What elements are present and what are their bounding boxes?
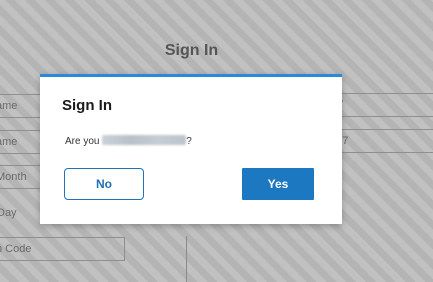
dialog-message-suffix: ?: [186, 136, 192, 147]
sign-in-dialog: Sign In Are you ? No Yes: [40, 74, 342, 224]
form-divider: [186, 236, 187, 282]
redacted-name: [102, 135, 187, 145]
birth-day-label: Day: [0, 207, 17, 219]
dialog-title: Sign In: [62, 97, 112, 114]
dialog-message: Are you ?: [65, 135, 192, 147]
page-title: Sign In: [164, 42, 219, 59]
dialog-message-prefix: Are you: [65, 136, 103, 147]
zip-code-field[interactable]: n Code: [0, 237, 125, 261]
no-button[interactable]: No: [64, 168, 144, 200]
yes-button[interactable]: Yes: [242, 168, 314, 200]
